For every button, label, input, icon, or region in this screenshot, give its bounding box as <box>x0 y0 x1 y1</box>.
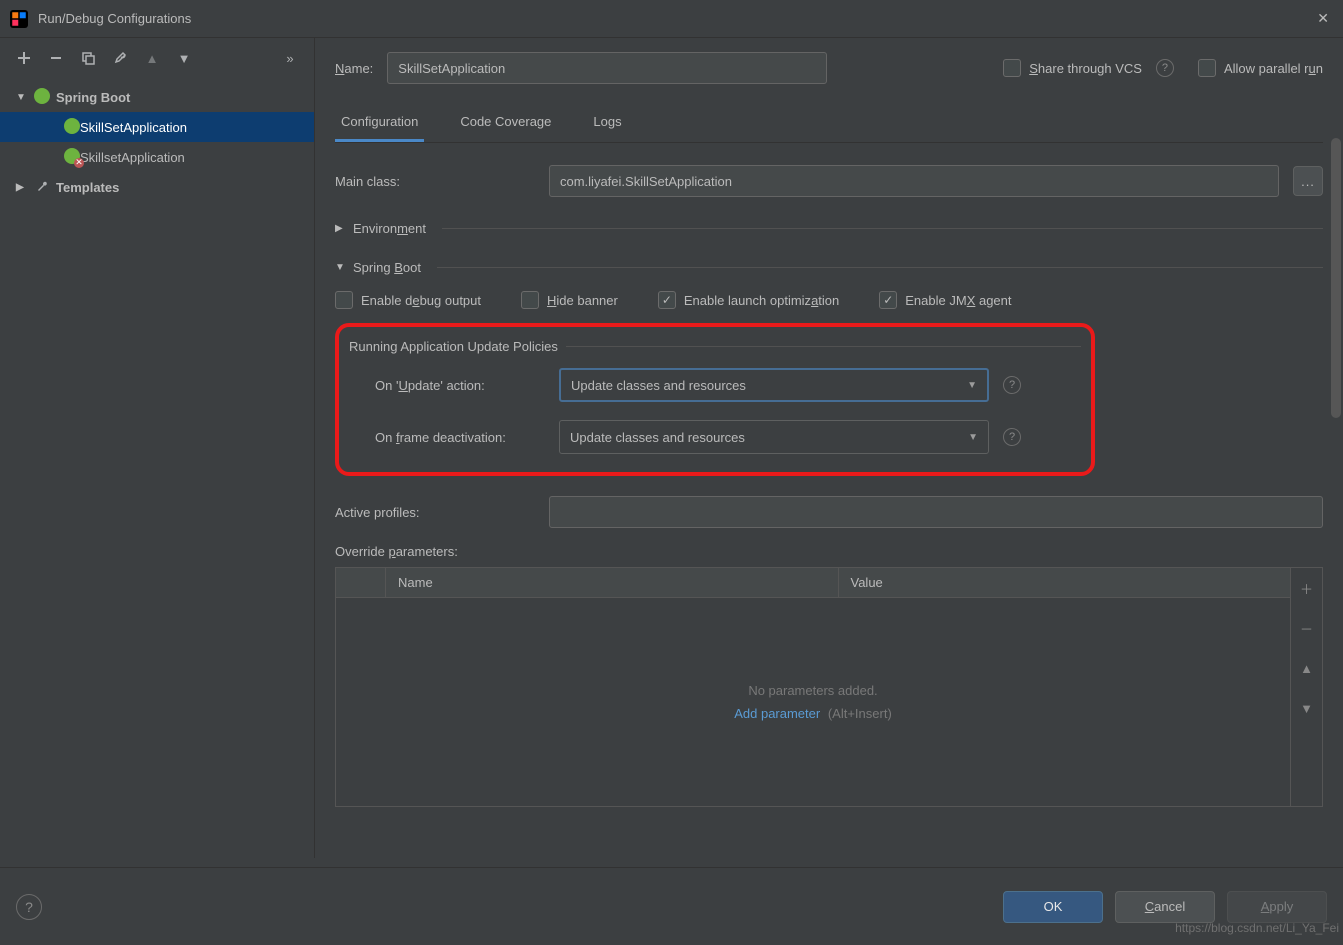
params-side-toolbar: ＋ － ▲ ▼ <box>1290 568 1322 806</box>
expand-arrow-icon: ▼ <box>16 92 28 103</box>
on-frame-dropdown[interactable]: Update classes and resources ▼ <box>559 420 989 454</box>
move-row-down-button[interactable]: ▼ <box>1291 688 1322 728</box>
sidebar-toolbar: ▲ ▼ » <box>0 38 314 78</box>
close-button[interactable]: ✕ <box>1313 6 1333 31</box>
chevron-down-icon: ▼ <box>968 432 978 443</box>
name-input[interactable] <box>387 52 827 84</box>
spring-boot-error-icon <box>64 148 80 167</box>
add-config-button[interactable] <box>10 44 38 72</box>
config-tree: ▼ Spring Boot SkillSetApplication Skills… <box>0 78 314 858</box>
expand-arrow-icon: ▼ <box>335 262 347 273</box>
divider <box>437 267 1323 268</box>
enable-launch-opt-checkbox[interactable]: Enable launch optimization <box>658 291 839 309</box>
checkbox-icon <box>1003 59 1021 77</box>
active-profiles-label: Active profiles: <box>335 505 535 520</box>
params-header: Name Value <box>336 568 1290 598</box>
enable-jmx-checkbox[interactable]: Enable JMX agent <box>879 291 1011 309</box>
wrench-icon <box>32 179 52 196</box>
toolbar-overflow-button[interactable]: » <box>276 44 304 72</box>
on-update-dropdown[interactable]: Update classes and resources ▼ <box>559 368 989 402</box>
help-icon[interactable]: ? <box>1003 428 1021 446</box>
chevron-down-icon: ▼ <box>967 380 977 391</box>
params-checkbox-col <box>336 568 386 597</box>
tab-code-coverage[interactable]: Code Coverage <box>454 104 557 142</box>
help-icon[interactable]: ? <box>1156 59 1174 77</box>
browse-button[interactable]: ... <box>1293 166 1323 196</box>
app-logo-icon <box>10 10 28 28</box>
params-name-col: Name <box>386 568 839 597</box>
tree-item-skillsetapplication-2[interactable]: SkillsetApplication <box>0 142 314 172</box>
no-params-text: No parameters added. <box>748 683 877 698</box>
move-down-button[interactable]: ▼ <box>170 44 198 72</box>
tree-node-templates[interactable]: ▶ Templates <box>0 172 314 202</box>
spring-boot-icon <box>32 88 52 107</box>
checkbox-icon <box>1198 59 1216 77</box>
tab-logs[interactable]: Logs <box>587 104 627 142</box>
tree-label: Spring Boot <box>56 90 130 105</box>
tree-label: SkillsetApplication <box>80 150 185 165</box>
params-empty-body: No parameters added. Add parameter (Alt+… <box>336 598 1290 806</box>
help-icon[interactable]: ? <box>1003 376 1021 394</box>
add-row-button[interactable]: ＋ <box>1291 568 1322 608</box>
titlebar: Run/Debug Configurations ✕ <box>0 0 1343 38</box>
content-panel: NName:ame: Share through VCS ? Allow par… <box>315 38 1343 858</box>
watermark-text: https://blog.csdn.net/Li_Ya_Fei <box>1175 921 1339 935</box>
allow-parallel-checkbox[interactable]: Allow parallel run <box>1198 59 1323 77</box>
override-params-label: Override parameters: <box>335 544 1323 559</box>
main-area: ▲ ▼ » ▼ Spring Boot SkillSetApplication … <box>0 38 1343 858</box>
main-class-label: Main class: <box>335 174 535 189</box>
tree-item-skillsetapplication-1[interactable]: SkillSetApplication <box>0 112 314 142</box>
divider <box>566 346 1081 347</box>
add-parameter-link[interactable]: Add parameter <box>734 706 820 721</box>
vertical-scrollbar[interactable] <box>1331 138 1341 418</box>
environment-header[interactable]: ▶ Environment <box>335 221 1323 236</box>
move-up-button[interactable]: ▲ <box>138 44 166 72</box>
help-button[interactable]: ? <box>16 894 42 920</box>
checkbox-icon <box>521 291 539 309</box>
params-value-col: Value <box>839 568 1291 597</box>
share-vcs-checkbox[interactable]: Share through VCS <box>1003 59 1142 77</box>
dialog-footer: ? OK Cancel Apply <box>0 867 1343 945</box>
on-frame-label: On frame deactivation: <box>375 430 545 445</box>
collapse-arrow-icon: ▶ <box>335 223 347 234</box>
checkbox-icon <box>335 291 353 309</box>
name-label: NName:ame: <box>335 61 373 76</box>
copy-config-button[interactable] <box>74 44 102 72</box>
main-class-row: Main class: ... <box>335 165 1323 197</box>
active-profiles-row: Active profiles: <box>335 496 1323 528</box>
move-row-up-button[interactable]: ▲ <box>1291 648 1322 688</box>
tree-label: SkillSetApplication <box>80 120 187 135</box>
active-profiles-input[interactable] <box>549 496 1323 528</box>
override-params-table: Name Value No parameters added. Add para… <box>335 567 1323 807</box>
environment-section: ▶ Environment <box>335 221 1323 236</box>
remove-config-button[interactable] <box>42 44 70 72</box>
spring-boot-section: ▼ Spring Boot Enable debug output Hide b… <box>335 260 1323 807</box>
add-param-row: Add parameter (Alt+Insert) <box>734 706 892 721</box>
hide-banner-checkbox[interactable]: Hide banner <box>521 291 618 309</box>
update-policies-title: Running Application Update Policies <box>349 339 1081 354</box>
main-class-input[interactable] <box>549 165 1279 197</box>
divider <box>442 228 1323 229</box>
update-policies-highlight: Running Application Update Policies On '… <box>335 323 1095 476</box>
add-param-hint: (Alt+Insert) <box>828 706 892 721</box>
spring-boot-icon <box>64 118 80 137</box>
window-title: Run/Debug Configurations <box>38 11 1313 26</box>
tree-label: Templates <box>56 180 119 195</box>
remove-row-button[interactable]: － <box>1291 608 1322 648</box>
cancel-button[interactable]: Cancel <box>1115 891 1215 923</box>
checkbox-checked-icon <box>658 291 676 309</box>
tab-configuration[interactable]: Configuration <box>335 104 424 142</box>
tree-node-spring-boot[interactable]: ▼ Spring Boot <box>0 82 314 112</box>
on-update-label: On 'Update' action: <box>375 378 545 393</box>
edit-templates-button[interactable] <box>106 44 134 72</box>
header-row: NName:ame: Share through VCS ? Allow par… <box>335 38 1323 98</box>
tabs: Configuration Code Coverage Logs <box>335 104 1323 143</box>
ok-button[interactable]: OK <box>1003 891 1103 923</box>
checkbox-checked-icon <box>879 291 897 309</box>
apply-button[interactable]: Apply <box>1227 891 1327 923</box>
collapse-arrow-icon: ▶ <box>16 182 28 193</box>
sidebar: ▲ ▼ » ▼ Spring Boot SkillSetApplication … <box>0 38 315 858</box>
spring-boot-header[interactable]: ▼ Spring Boot <box>335 260 1323 275</box>
enable-debug-checkbox[interactable]: Enable debug output <box>335 291 481 309</box>
